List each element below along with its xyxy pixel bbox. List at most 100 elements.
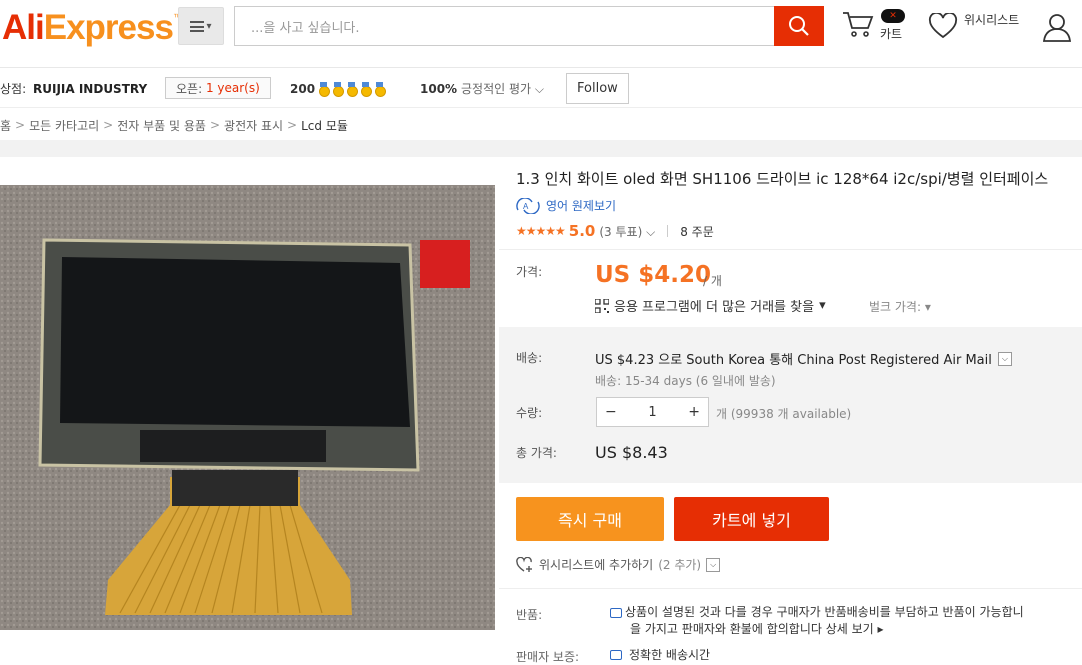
- medal-icon: [360, 81, 372, 97]
- chevron-down-icon: ⌵: [646, 224, 656, 239]
- positive-feedback-dropdown[interactable]: 긍정적인 평가 ⌵: [461, 80, 544, 97]
- seller-guarantee: 정확한 배송시간: [610, 646, 710, 663]
- bulk-price-label: 벌크 가격:: [869, 300, 922, 314]
- site-header: AliExpress™ ▾ ...을 사고 싶습니다. ✕ 카트 위시리스트: [0, 0, 1082, 68]
- wishlist-count: (2 추가): [658, 558, 702, 572]
- breadcrumb-separator: >: [209, 118, 221, 132]
- cart-icon: [843, 12, 874, 37]
- translate-icon: A: [516, 197, 540, 214]
- view-original-title-link[interactable]: A 영어 원제보기: [516, 197, 616, 214]
- shipping-method-text: US $4.23 으로 South Korea 통해 China Post Re…: [595, 353, 992, 368]
- quantity-input[interactable]: 1: [648, 405, 656, 420]
- product-image[interactable]: [0, 185, 495, 630]
- caret-down-icon: ▾: [819, 298, 826, 313]
- chevron-down-icon[interactable]: ⌵: [706, 557, 721, 572]
- returns-policy: 상품이 설명된 것과 다를 경우 구매자가 반품배송비를 부담하고 반품이 가능…: [610, 604, 1024, 638]
- minus-icon[interactable]: −: [605, 404, 617, 420]
- caret-down-icon: ▾: [924, 300, 931, 314]
- price-value: US $4.20: [595, 262, 711, 288]
- bulk-price-dropdown[interactable]: 벌크 가격: ▾: [869, 298, 931, 315]
- chevron-down-icon: ⌵: [534, 82, 544, 96]
- breadcrumb-home[interactable]: 홈: [0, 117, 11, 134]
- follow-button[interactable]: Follow: [566, 73, 629, 104]
- heart-icon: [928, 11, 958, 39]
- seller-guarantee-label: 판매자 보증:: [516, 650, 580, 664]
- store-name-link[interactable]: RUIJIA INDUSTRY: [33, 82, 147, 96]
- purchase-options: 배송: US $4.23 으로 South Korea 통해 China Pos…: [499, 327, 1082, 483]
- returns-line1: 상품이 설명된 것과 다를 경우 구매자가 반품배송비를 부담하고 반품이 가능…: [625, 605, 1024, 619]
- rating-summary: ★★★★★ 5.0 (3 투표) ⌵ 8 주문: [516, 222, 714, 240]
- medal-icon: [346, 81, 358, 97]
- store-positive-pct: 100%: [420, 81, 458, 96]
- wishlist-add-label: 위시리스트에 추가하기: [539, 558, 654, 572]
- store-label: 상점:: [0, 82, 27, 96]
- returns-line2[interactable]: 을 가지고 판매자와 환불에 합의합니다 상세 보기: [630, 622, 874, 636]
- caret-down-icon: ▾: [206, 20, 212, 32]
- store-info-bar: 상점: RUIJIA INDUSTRY 오픈: 1 year(s) 200 10…: [0, 70, 1082, 108]
- divider: [499, 588, 1082, 589]
- medal-icon: [374, 81, 386, 97]
- seller-guarantee-text: 정확한 배송시간: [629, 648, 711, 662]
- rating-value: 5.0: [568, 222, 596, 240]
- quantity-available: 개 (99938 개 available): [716, 407, 852, 421]
- price-unit: / 개: [703, 274, 722, 288]
- search-placeholder: ...을 사고 싶습니다.: [251, 20, 360, 36]
- hamburger-icon: [190, 20, 205, 32]
- search-icon: [789, 16, 809, 36]
- breadcrumb-separator: >: [103, 118, 114, 132]
- store-open-label: 오픈:: [176, 81, 203, 96]
- shipping-delivery-time: 배송: 15-34 days (6 일내에 발송): [595, 374, 776, 388]
- votes-label: (3 투표): [599, 224, 643, 239]
- store-score: 200: [290, 81, 316, 96]
- return-box-icon: [610, 607, 622, 618]
- search-button[interactable]: [774, 6, 824, 46]
- price-label: 가격:: [516, 265, 543, 279]
- returns-label: 반품:: [516, 608, 543, 622]
- star-rating-icon: ★★★★★: [516, 224, 566, 238]
- cart-count-badge: ✕: [881, 9, 905, 23]
- cart-label[interactable]: 카트: [880, 25, 902, 42]
- add-to-cart-button[interactable]: 카트에 넣기: [674, 497, 829, 541]
- wishlist-button[interactable]: [928, 11, 958, 43]
- oled-module-illustration: [0, 185, 495, 630]
- translate-label: 영어 원제보기: [546, 199, 617, 213]
- delivery-truck-icon: [610, 649, 622, 660]
- breadcrumb-lcd-modules[interactable]: Lcd 모듈: [301, 117, 348, 134]
- total-label: 총 가격:: [516, 446, 557, 460]
- chevron-down-icon: ⌵: [997, 351, 1012, 366]
- account-button[interactable]: [1042, 12, 1072, 46]
- quantity-stepper[interactable]: − 1 +: [596, 397, 709, 427]
- section-band: [0, 140, 1082, 157]
- divider: [667, 225, 669, 237]
- orders-count: 8 주문: [680, 224, 714, 239]
- user-icon: [1042, 14, 1072, 42]
- breadcrumb-all-categories[interactable]: 모든 카타고리: [29, 117, 99, 134]
- store-medals[interactable]: [318, 81, 386, 97]
- breadcrumb: 홈 > 모든 카타고리 > 전자 부품 및 용품 > 광전자 표시 > Lcd 모듈: [0, 110, 1082, 140]
- buy-now-button[interactable]: 즉시 구매: [516, 497, 664, 541]
- heart-plus-icon: [516, 556, 532, 572]
- category-menu-button[interactable]: ▾: [178, 7, 224, 45]
- svg-text:A: A: [523, 202, 529, 211]
- wishlist-label[interactable]: 위시리스트: [964, 11, 1019, 28]
- shipping-method-selector[interactable]: US $4.23 으로 South Korea 통해 China Post Re…: [595, 349, 1012, 368]
- aliexpress-logo[interactable]: AliExpress™: [2, 8, 182, 48]
- quantity-label: 수량:: [516, 406, 543, 420]
- shipping-label: 배송:: [516, 351, 543, 365]
- qr-code-icon: [595, 298, 609, 313]
- add-to-wishlist-button[interactable]: 위시리스트에 추가하기 (2 추가) ⌵: [516, 556, 721, 573]
- breadcrumb-electronic-components[interactable]: 전자 부품 및 용품: [117, 117, 206, 134]
- breadcrumb-optoelectronic-displays[interactable]: 광전자 표시: [224, 117, 283, 134]
- total-price: US $8.43: [595, 443, 668, 462]
- caret-right-icon: ▸: [877, 622, 884, 636]
- app-deals-dropdown[interactable]: 응용 프로그램에 더 많은 거래를 찾을 ▾: [595, 296, 826, 315]
- breadcrumb-separator: >: [287, 118, 298, 132]
- votes-dropdown[interactable]: (3 투표) ⌵: [599, 223, 655, 240]
- breadcrumb-separator: >: [15, 118, 26, 132]
- medal-icon: [332, 81, 344, 97]
- search-input[interactable]: ...을 사고 싶습니다.: [234, 6, 775, 46]
- plus-icon[interactable]: +: [688, 404, 700, 420]
- product-title: 1.3 인치 화이트 oled 화면 SH1106 드라이브 ic 128*64…: [516, 170, 1049, 188]
- logo-ali-text: Ali: [2, 8, 45, 47]
- app-deals-label: 응용 프로그램에 더 많은 거래를 찾을: [614, 300, 815, 315]
